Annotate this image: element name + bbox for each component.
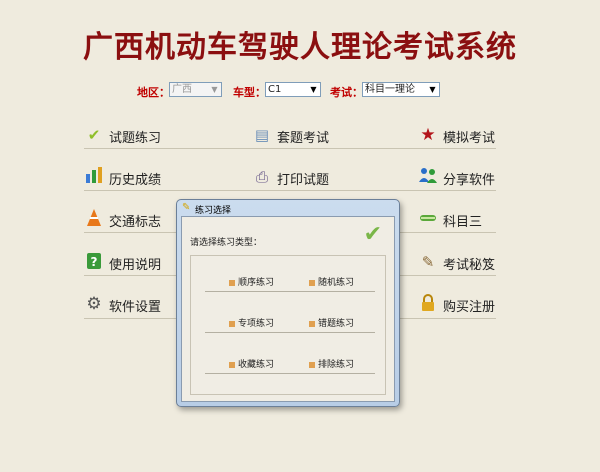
vehicle-value: C1: [268, 84, 282, 95]
option-exclude-practice[interactable]: 排除练习: [309, 357, 354, 370]
scroll-icon: ✎: [421, 253, 435, 271]
vehicle-select[interactable]: C1 ▼: [265, 82, 321, 97]
app-icon: ✎: [182, 202, 191, 213]
help-icon: ?: [84, 252, 104, 272]
lock-icon: [418, 294, 438, 314]
exam-select[interactable]: 科目一理论 ▼: [362, 82, 440, 97]
option-topic-practice[interactable]: 专项练习: [229, 316, 274, 329]
menu-item-label: 使用说明: [109, 258, 162, 273]
region-value: 广西: [172, 84, 192, 95]
menu-item-label: 套题考试: [277, 131, 330, 146]
row-divider: [400, 318, 496, 319]
region-label: 地区：: [137, 86, 170, 99]
menu-item-label: 购买注册: [443, 300, 496, 315]
menu-item-label: 试题练习: [109, 131, 162, 146]
dialog-prompt: 请选择练习类型：: [190, 238, 263, 248]
row-divider: [400, 232, 496, 233]
menu-item-label: 交通标志: [109, 215, 162, 230]
row-divider: [84, 275, 180, 276]
menu-item-label: 分享软件: [443, 173, 496, 188]
bullet-icon: [309, 320, 315, 327]
menu-item-label: 软件设置: [109, 300, 162, 315]
svg-text:?: ?: [91, 255, 98, 269]
option-label: 错题练习: [318, 319, 355, 329]
bullet-icon: [309, 361, 315, 368]
chevron-down-icon: ▼: [310, 85, 317, 94]
menu-item-label: 考试秘笈: [443, 258, 496, 273]
row-divider: [84, 232, 180, 233]
car-icon: [418, 209, 438, 229]
region-select[interactable]: 广西 ▼: [169, 82, 222, 97]
dialog-body: 请选择练习类型： ✔ 顺序练习 随机练习 专项练习 错题练习 收藏练习 排除练习: [181, 216, 395, 402]
bullet-icon: [229, 361, 235, 368]
option-divider: [205, 373, 375, 374]
option-random-practice[interactable]: 随机练习: [309, 275, 354, 288]
bullet-icon: [229, 320, 235, 327]
row-divider: [84, 148, 496, 149]
star-icon: ★: [420, 125, 436, 145]
menu-item-label: 模拟考试: [443, 131, 496, 146]
traffic-cone-icon: [84, 209, 104, 229]
check-icon: ✔: [87, 126, 101, 144]
dialog-title: 练习选择: [195, 206, 232, 216]
option-label: 排除练习: [318, 360, 355, 370]
bar-chart-icon: [84, 167, 104, 187]
options-panel: 顺序练习 随机练习 专项练习 错题练习 收藏练习 排除练习: [190, 255, 386, 395]
gear-icon: ⚙: [86, 294, 102, 314]
practice-selection-dialog: ✎ 练习选择 请选择练习类型： ✔ 顺序练习 随机练习 专项练习 错题练习 收藏…: [176, 199, 400, 407]
chevron-down-icon: ▼: [429, 85, 436, 94]
option-wrong-questions-practice[interactable]: 错题练习: [309, 316, 354, 329]
exam-value: 科目一理论: [365, 84, 415, 95]
app-title: 广西机动车驾驶人理论考试系统: [83, 30, 517, 65]
option-favorites-practice[interactable]: 收藏练习: [229, 357, 274, 370]
option-label: 随机练习: [318, 278, 355, 288]
menu-item-label: 打印试题: [277, 173, 330, 188]
row-divider: [400, 275, 496, 276]
menu-item-label: 科目三: [443, 215, 483, 230]
chevron-down-icon: ▼: [211, 85, 218, 94]
printer-icon: ⎙: [255, 168, 268, 186]
row-divider: [84, 190, 496, 191]
vehicle-label: 车型：: [233, 86, 266, 99]
option-label: 专项练习: [238, 319, 275, 329]
bullet-icon: [229, 279, 235, 286]
option-label: 顺序练习: [238, 278, 275, 288]
row-divider: [84, 318, 180, 319]
option-divider: [205, 291, 375, 292]
users-icon: [418, 167, 438, 187]
option-label: 收藏练习: [238, 360, 275, 370]
document-icon: ▤: [254, 126, 270, 144]
check-icon: ✔: [363, 222, 382, 247]
exam-label: 考试：: [330, 86, 363, 99]
menu-item-label: 历史成绩: [109, 173, 162, 188]
option-divider: [205, 332, 375, 333]
filter-bar: 地区： 广西 ▼ 车型： C1 ▼ 考试： 科目一理论 ▼: [0, 82, 600, 100]
bullet-icon: [309, 279, 315, 286]
option-sequential-practice[interactable]: 顺序练习: [229, 275, 274, 288]
